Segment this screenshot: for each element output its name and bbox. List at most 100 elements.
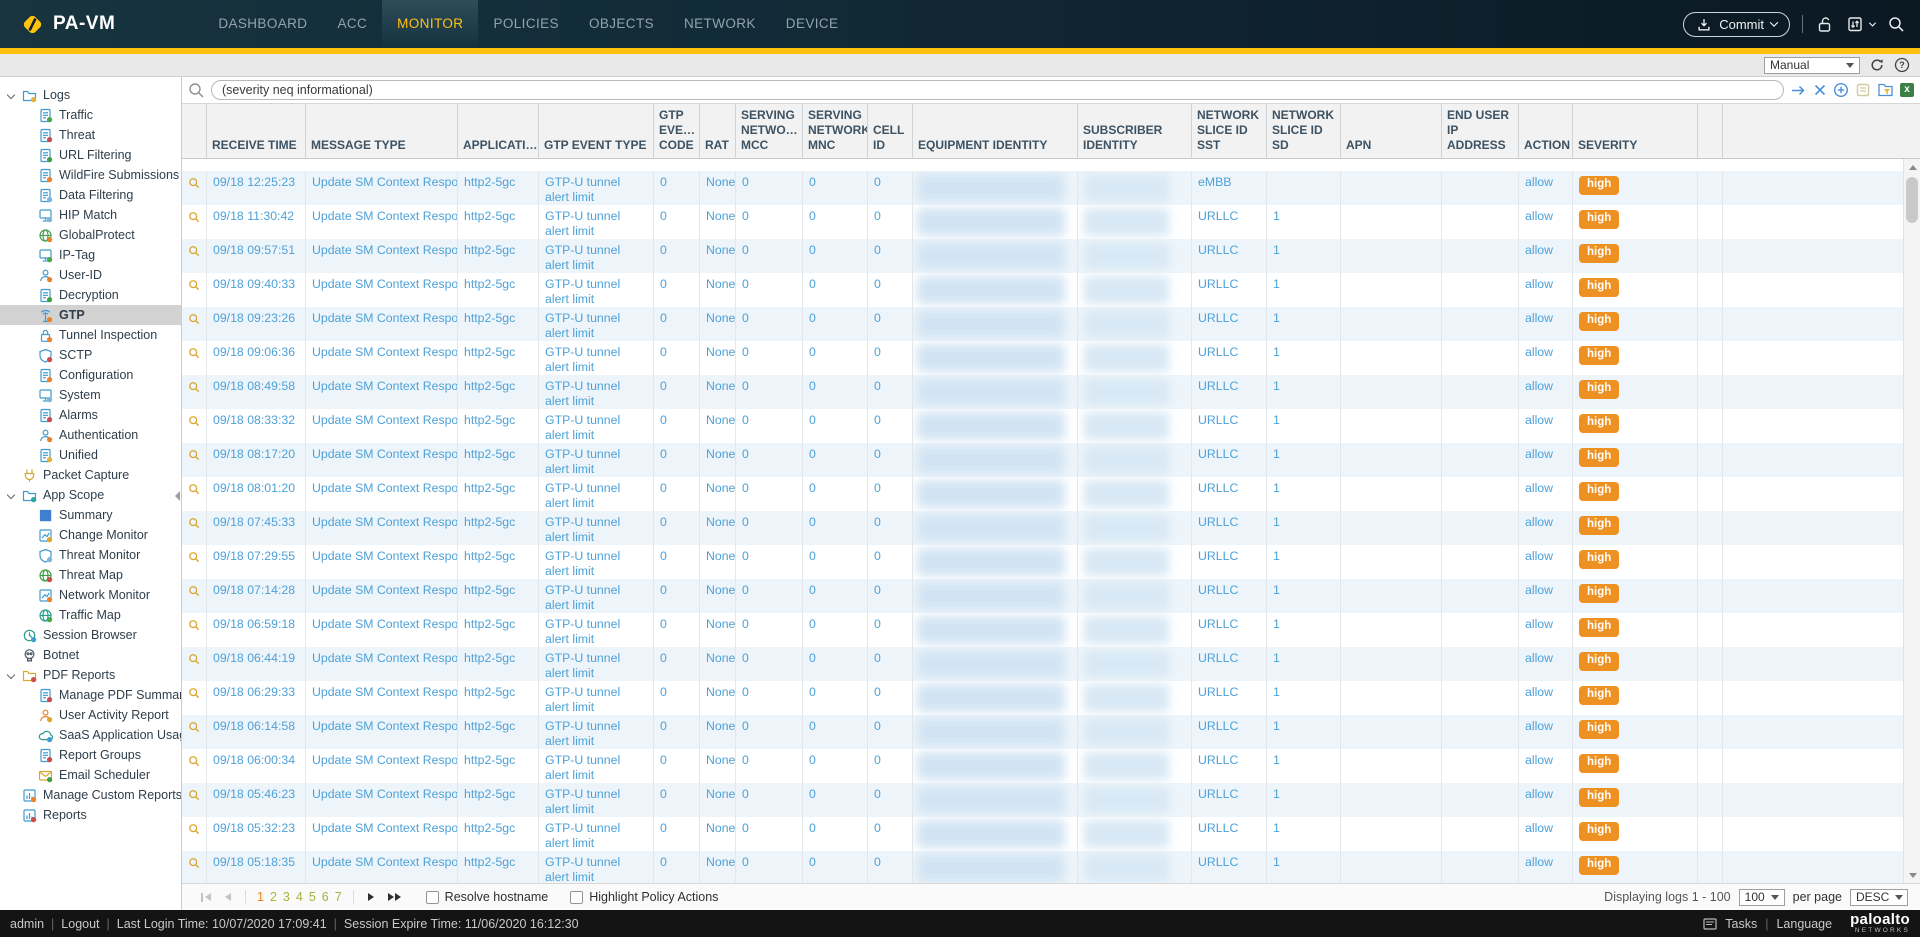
log-detail-icon[interactable] <box>188 618 200 632</box>
cell-cell_id[interactable]: 0 <box>868 409 913 443</box>
cell-event_type[interactable]: GTP-U tunnel alert limit <box>539 511 654 545</box>
cell-severity[interactable]: high <box>1573 681 1698 715</box>
column-header-cell_id[interactable]: CELL ID <box>868 104 913 158</box>
cell-rat[interactable]: None <box>700 443 736 477</box>
cell-event_type[interactable]: GTP-U tunnel alert limit <box>539 443 654 477</box>
cell-sst[interactable]: URLLC <box>1192 579 1267 613</box>
cell-application[interactable]: http2-5gc <box>458 579 539 613</box>
sidebar-item-app-scope[interactable]: App Scope <box>0 485 181 505</box>
cell-severity[interactable]: high <box>1573 239 1698 273</box>
sidebar-item-manage-pdf-summary[interactable]: Manage PDF Summary <box>0 685 181 705</box>
sidebar-item-configuration[interactable]: Configuration <box>0 365 181 385</box>
chevron-down-icon[interactable] <box>7 91 15 99</box>
cell-mnc[interactable]: 0 <box>803 171 868 205</box>
nav-tab-policies[interactable]: POLICIES <box>478 0 573 48</box>
cell-rat[interactable]: None <box>700 749 736 783</box>
cell-cell_id[interactable]: 0 <box>868 851 913 883</box>
log-detail-icon[interactable] <box>188 788 200 802</box>
log-detail-icon[interactable] <box>188 856 200 870</box>
cell-message_type[interactable]: Update SM Context Response <box>306 613 458 647</box>
cell-mnc[interactable]: 0 <box>803 341 868 375</box>
cell-event_code[interactable]: 0 <box>654 443 700 477</box>
cell-sd[interactable]: 1 <box>1267 205 1341 239</box>
log-row[interactable]: 09/18 06:44:19Update SM Context Response… <box>182 647 1920 681</box>
sidebar-item-change-monitor[interactable]: Change Monitor <box>0 525 181 545</box>
cell-application[interactable]: http2-5gc <box>458 817 539 851</box>
cell-rat[interactable]: None <box>700 681 736 715</box>
cell-message_type[interactable]: Update SM Context Response <box>306 273 458 307</box>
cell-application[interactable]: http2-5gc <box>458 307 539 341</box>
cell-mnc[interactable]: 0 <box>803 477 868 511</box>
cell-application[interactable]: http2-5gc <box>458 749 539 783</box>
cell-mcc[interactable]: 0 <box>736 749 803 783</box>
cell-sst[interactable]: URLLC <box>1192 477 1267 511</box>
log-row[interactable]: 09/18 06:14:58Update SM Context Response… <box>182 715 1920 749</box>
sidebar-item-pdf-reports[interactable]: PDF Reports <box>0 665 181 685</box>
log-detail-icon[interactable] <box>188 822 200 836</box>
cell-sst[interactable]: URLLC <box>1192 545 1267 579</box>
config-audit-button[interactable] <box>1846 15 1875 34</box>
cell-sst[interactable]: URLLC <box>1192 749 1267 783</box>
cell-time[interactable]: 09/18 08:49:58 <box>207 375 306 409</box>
cell-event_type[interactable]: GTP-U tunnel alert limit <box>539 477 654 511</box>
cell-message_type[interactable]: Update SM Context Response <box>306 443 458 477</box>
column-header-action[interactable]: ACTION <box>1519 104 1573 158</box>
log-row[interactable]: 09/18 06:00:34Update SM Context Response… <box>182 749 1920 783</box>
cell-time[interactable]: 09/18 08:33:32 <box>207 409 306 443</box>
cell-icon[interactable] <box>182 681 207 715</box>
cell-cell_id[interactable]: 0 <box>868 511 913 545</box>
sidebar-item-email-scheduler[interactable]: Email Scheduler <box>0 765 181 785</box>
column-header-event_code[interactable]: GTP EVE… CODE <box>654 104 700 158</box>
cell-application[interactable]: http2-5gc <box>458 783 539 817</box>
cell-sd[interactable]: 1 <box>1267 239 1341 273</box>
cell-rat[interactable]: None <box>700 613 736 647</box>
cell-cell_id[interactable]: 0 <box>868 273 913 307</box>
log-detail-icon[interactable] <box>188 550 200 564</box>
cell-mcc[interactable]: 0 <box>736 817 803 851</box>
cell-event_type[interactable]: GTP-U tunnel alert limit <box>539 545 654 579</box>
cell-mcc[interactable]: 0 <box>736 851 803 883</box>
cell-sst[interactable]: URLLC <box>1192 273 1267 307</box>
cell-icon[interactable] <box>182 783 207 817</box>
cell-message_type[interactable]: Update SM Context Response <box>306 817 458 851</box>
cell-mnc[interactable]: 0 <box>803 647 868 681</box>
cell-icon[interactable] <box>182 171 207 205</box>
cell-mnc[interactable]: 0 <box>803 851 868 883</box>
cell-message_type[interactable]: Update SM Context Response <box>306 239 458 273</box>
sidebar-item-user-id[interactable]: User-ID <box>0 265 181 285</box>
commit-button[interactable]: Commit <box>1683 12 1790 37</box>
cell-icon[interactable] <box>182 851 207 883</box>
cell-event_code[interactable]: 0 <box>654 579 700 613</box>
cell-mcc[interactable]: 0 <box>736 579 803 613</box>
column-header-apn[interactable]: APN <box>1341 104 1442 158</box>
cell-event_type[interactable]: GTP-U tunnel alert limit <box>539 851 654 883</box>
cell-application[interactable]: http2-5gc <box>458 443 539 477</box>
cell-application[interactable]: http2-5gc <box>458 681 539 715</box>
cell-mnc[interactable]: 0 <box>803 817 868 851</box>
cell-rat[interactable]: None <box>700 545 736 579</box>
log-row[interactable]: 09/18 07:29:55Update SM Context Response… <box>182 545 1920 579</box>
cell-time[interactable]: 09/18 06:14:58 <box>207 715 306 749</box>
page-link-4[interactable]: 4 <box>296 890 303 904</box>
column-header-application[interactable]: APPLICATI… <box>458 104 539 158</box>
cell-cell_id[interactable]: 0 <box>868 647 913 681</box>
cell-icon[interactable] <box>182 443 207 477</box>
log-row[interactable]: 09/18 09:23:26Update SM Context Response… <box>182 307 1920 341</box>
refresh-icon[interactable] <box>1869 57 1885 73</box>
cell-mnc[interactable]: 0 <box>803 375 868 409</box>
cell-action[interactable]: allow <box>1519 341 1573 375</box>
column-header-mnc[interactable]: SERVING NETWORK MNC <box>803 104 868 158</box>
sidebar-item-hip-match[interactable]: HIP Match <box>0 205 181 225</box>
cell-time[interactable]: 09/18 09:40:33 <box>207 273 306 307</box>
page-link-1[interactable]: 1 <box>257 890 264 904</box>
sidebar-item-packet-capture[interactable]: Packet Capture <box>0 465 181 485</box>
nav-tab-monitor[interactable]: MONITOR <box>382 0 478 48</box>
log-detail-icon[interactable] <box>188 278 200 292</box>
cell-message_type[interactable]: Update SM Context Response <box>306 205 458 239</box>
cell-application[interactable]: http2-5gc <box>458 715 539 749</box>
log-filter-input[interactable] <box>211 80 1784 100</box>
cell-icon[interactable] <box>182 477 207 511</box>
cell-mcc[interactable]: 0 <box>736 375 803 409</box>
cell-icon[interactable] <box>182 341 207 375</box>
cell-rat[interactable]: None <box>700 205 736 239</box>
